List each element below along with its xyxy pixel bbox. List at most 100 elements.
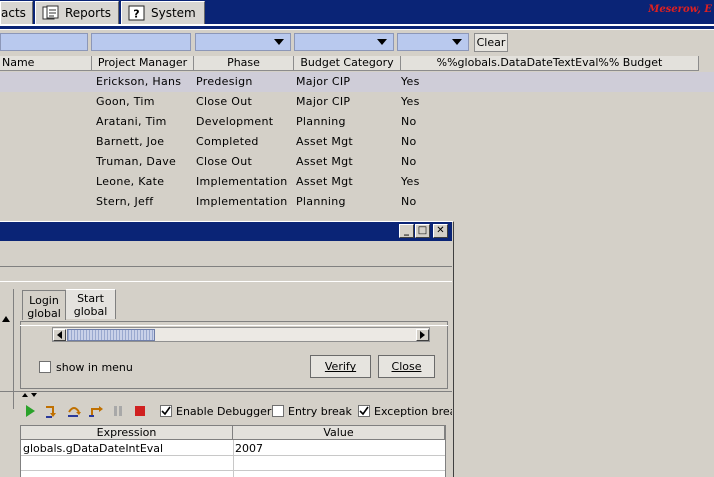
divider [20,325,448,326]
check-mark-icon [359,406,369,416]
phase-cell: Implementation [196,175,288,188]
step-into-icon[interactable] [44,403,60,419]
phase-cell: Completed [196,135,259,148]
column-header-name[interactable]: Name [0,56,92,71]
budget-filter-select[interactable] [397,33,469,51]
column-header-budget[interactable]: %%globals.DataDateTextEval%% Budget [401,56,699,71]
budget-cell: No [401,115,417,128]
top-rule [0,26,714,29]
project-grid: Name Project Manager Phase Budget Catego… [0,55,714,225]
table-row[interactable]: Barnett, Joe Completed Asset Mgt No [0,132,714,152]
scroll-right-button[interactable] [416,329,429,341]
phase-cell: Predesign [196,75,253,88]
manager-cell: Aratani, Tim [96,115,167,128]
manager-cell: Stern, Jeff [96,195,154,208]
watch-expression-table[interactable]: Expression Value globals.gDataDateIntEva… [20,425,446,477]
table-row[interactable]: Goon, Tim Close Out Major CIP Yes [0,92,714,112]
category-filter-select[interactable] [294,33,394,51]
tab-system[interactable]: ? System [121,1,205,24]
chevron-down-icon [377,39,387,45]
dialog-body: Login global Start global show in menu V… [0,241,452,477]
show-in-menu-checkbox[interactable] [39,361,51,373]
horizontal-scrollbar[interactable] [52,327,430,342]
budget-cell: Yes [401,95,420,108]
column-header-phase[interactable]: Phase [194,56,294,71]
svg-text:?: ? [133,8,139,21]
scroll-up-arrow-icon[interactable] [1,315,11,323]
category-cell: Asset Mgt [296,175,354,188]
phase-filter-select[interactable] [195,33,291,51]
budget-cell: No [401,155,417,168]
brand-text: Meserow, E [648,4,712,15]
budget-cell: Yes [401,175,420,188]
budget-cell: Yes [401,75,420,88]
minimize-button[interactable]: _ [399,224,414,238]
tab-reports[interactable]: Reports [35,1,119,24]
category-cell: Planning [296,115,346,128]
splitter-arrows-icon[interactable] [20,392,40,398]
grid-line [233,440,234,477]
dialog-title-bar[interactable]: _ □ ✕ [0,222,452,241]
chevron-down-icon [274,39,284,45]
scroll-left-button[interactable] [53,329,66,341]
filter-bar: Clear [0,30,714,55]
enable-debugger-checkbox[interactable] [160,405,172,417]
entry-break-checkbox[interactable] [272,405,284,417]
table-row[interactable]: Leone, Kate Implementation Asset Mgt Yes [0,172,714,192]
manager-cell: Barnett, Joe [96,135,165,148]
tab-start-label: Start [77,292,104,305]
table-row[interactable]: Aratani, Tim Development Planning No [0,112,714,132]
tab-reports-label: Reports [65,6,112,20]
step-out-icon[interactable] [88,403,104,419]
table-row[interactable]: Truman, Dave Close Out Asset Mgt No [0,152,714,172]
budget-cell: No [401,135,417,148]
manager-cell: Erickson, Hans [96,75,182,88]
phase-cell: Close Out [196,95,253,108]
exception-break-checkbox[interactable] [358,405,370,417]
category-cell: Asset Mgt [296,155,354,168]
check-mark-icon [161,406,171,416]
table-row[interactable]: Erickson, Hans Predesign Major CIP Yes [0,72,714,92]
run-icon[interactable] [22,403,38,419]
category-cell: Major CIP [296,75,351,88]
value-header[interactable]: Value [233,426,445,440]
close-button-label: Close [391,360,422,373]
tab-login-global[interactable]: Login global [22,290,66,320]
clear-button[interactable]: Clear [474,33,508,52]
tab-start-global[interactable]: Start global [66,289,116,319]
close-button[interactable]: Close [378,355,435,378]
expression-cell[interactable]: globals.gDataDateIntEval [23,442,163,455]
top-tab-bar: acts Reports ? System Meserow, E [0,0,714,30]
maximize-button[interactable]: □ [415,224,430,238]
step-over-icon[interactable] [66,403,82,419]
manager-cell: Truman, Dave [96,155,177,168]
tab-login-label: Login [29,294,59,307]
pause-icon[interactable] [110,403,126,419]
arrow-left-icon [57,331,62,339]
stop-icon[interactable] [132,403,148,419]
tab-login-sublabel: global [27,307,61,320]
category-cell: Major CIP [296,95,351,108]
table-row[interactable]: Stern, Jeff Implementation Planning No [0,192,714,212]
close-window-button[interactable]: ✕ [433,224,448,238]
verify-button-label: Verify [324,360,357,373]
phase-cell: Close Out [196,155,253,168]
name-filter-input[interactable] [0,33,88,51]
verify-button[interactable]: Verify [310,355,371,378]
value-cell[interactable]: 2007 [235,442,263,455]
phase-cell: Development [196,115,274,128]
budget-cell: No [401,195,417,208]
entry-break-label: Entry break [288,405,352,418]
expression-header[interactable]: Expression [21,426,233,440]
tab-contacts[interactable]: acts [0,1,33,24]
phase-cell: Implementation [196,195,288,208]
manager-filter-input[interactable] [91,33,191,51]
column-header-category[interactable]: Budget Category [294,56,401,71]
scrollbar-thumb[interactable] [67,329,155,341]
show-in-menu-label: show in menu [56,361,133,374]
enable-debugger-label: Enable Debugger [176,405,272,418]
column-header-manager[interactable]: Project Manager [92,56,194,71]
exception-break-label: Exception break [374,405,452,418]
chevron-down-icon [452,39,462,45]
tab-system-label: System [151,6,196,20]
